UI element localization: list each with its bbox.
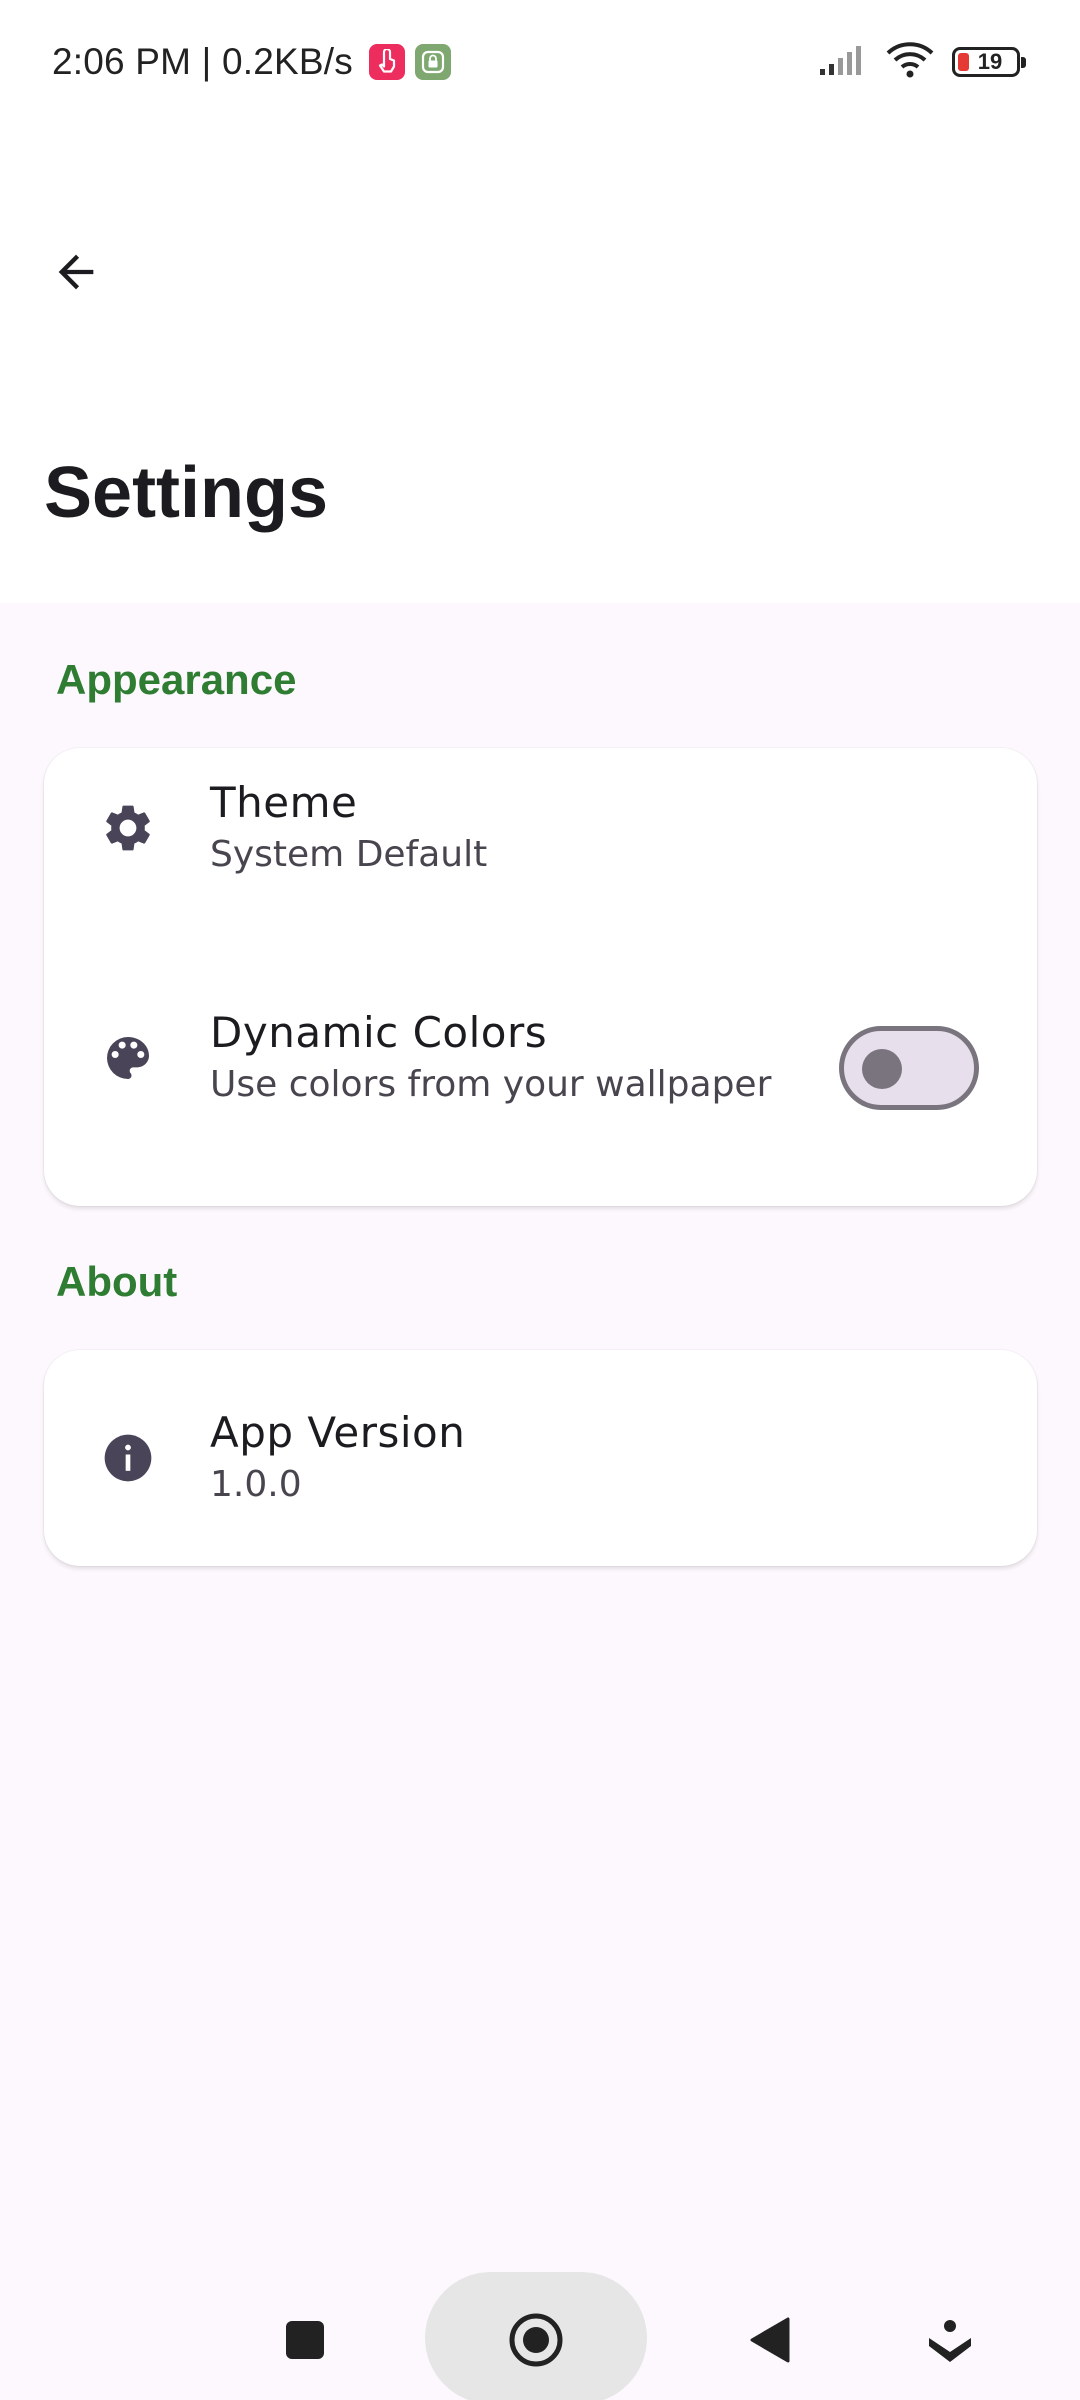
- system-nav-bar: [0, 2260, 1080, 2400]
- appearance-card: Theme System Default Dynamic Colors Use …: [44, 748, 1037, 1206]
- triangle-back-icon: [750, 2317, 790, 2363]
- page-title: Settings: [44, 453, 329, 533]
- section-header-appearance: Appearance: [56, 656, 297, 703]
- app-version-row[interactable]: App Version 1.0.0: [44, 1378, 1037, 1538]
- nav-extra-button[interactable]: [910, 2300, 990, 2380]
- dynamic-colors-switch[interactable]: [839, 1026, 979, 1110]
- dynamic-colors-row[interactable]: Dynamic Colors Use colors from your wall…: [44, 978, 1037, 1138]
- gear-icon: [100, 800, 156, 856]
- dynamic-colors-subtitle: Use colors from your wallpaper: [210, 1064, 772, 1105]
- app-version-title: App Version: [210, 1408, 466, 1457]
- info-icon: [100, 1430, 156, 1486]
- dynamic-colors-title: Dynamic Colors: [210, 1008, 548, 1057]
- square-icon: [286, 2321, 324, 2359]
- section-header-about: About: [56, 1258, 178, 1305]
- switch-thumb: [862, 1049, 902, 1089]
- chevron-down-icon: [929, 2320, 971, 2362]
- status-left: 2:06 PM | 0.2KB/s: [52, 38, 451, 86]
- lock-notification-icon: [414, 44, 451, 80]
- arrow-back-icon: [58, 254, 94, 290]
- about-card: App Version 1.0.0: [44, 1350, 1037, 1566]
- theme-setting-row[interactable]: Theme System Default: [44, 748, 1037, 908]
- touch-app-notification-icon: [368, 44, 405, 80]
- status-bar: 2:06 PM | 0.2KB/s 19: [0, 0, 1080, 120]
- theme-title: Theme: [210, 778, 358, 827]
- home-icon-wrap: [496, 2300, 576, 2380]
- battery-level: 19: [977, 49, 1003, 74]
- status-time-speed: 2:06 PM | 0.2KB/s: [52, 41, 353, 82]
- signal-icon: [818, 43, 868, 82]
- nav-back-button[interactable]: [730, 2300, 810, 2380]
- battery-icon: 19: [952, 47, 1026, 77]
- recents-button[interactable]: [265, 2300, 345, 2380]
- theme-value: System Default: [210, 834, 488, 875]
- wifi-icon: [886, 41, 934, 84]
- app-version-value: 1.0.0: [210, 1464, 302, 1505]
- status-right: 19: [818, 38, 1026, 86]
- palette-icon: [100, 1030, 156, 1086]
- back-button[interactable]: [36, 232, 116, 312]
- circle-home-icon: [509, 2313, 563, 2367]
